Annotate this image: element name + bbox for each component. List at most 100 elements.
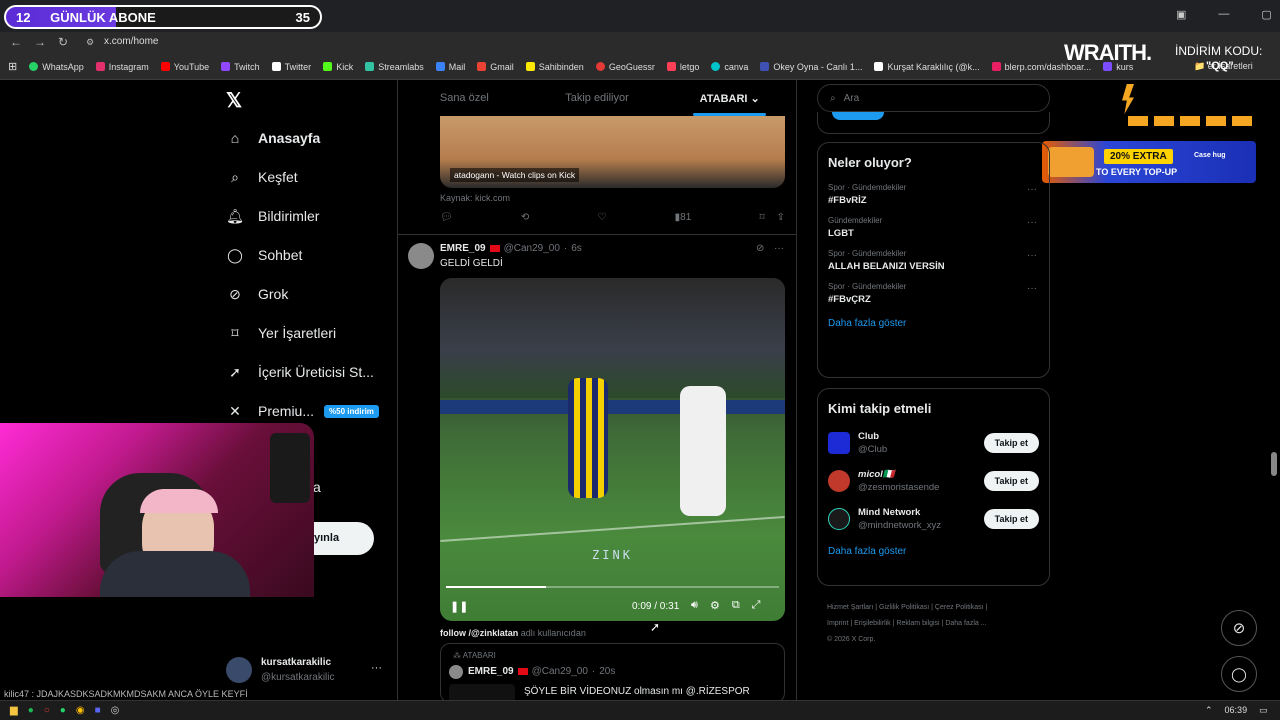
follow-button[interactable]: Takip et [983,433,1039,453]
streamer-hair [140,489,218,513]
chat-icon: ◯ [227,246,243,263]
nav-premium[interactable]: ✕ Premiu... %50 indirim [226,402,379,420]
post2-handle[interactable]: @Can29_00 [504,243,560,254]
grok-post-icon[interactable]: ⊘ [756,243,764,254]
messages-fab-icon[interactable]: ◯ [1221,656,1257,692]
settings-icon[interactable]: ⚙ [710,599,720,612]
bookmark-geoguessr[interactable]: GeoGuessr [595,62,655,72]
bookmark-mail[interactable]: Mail [435,62,465,72]
nav-explore[interactable]: ⌕ Keşfet [226,168,298,186]
nav-creator-studio[interactable]: ➚ İçerik Üreticisi St... [226,363,374,381]
follow-button[interactable]: Takip et [983,471,1039,491]
follow-suggestion[interactable]: Club @Club Takip et [818,424,1049,462]
follow-show-more[interactable]: Daha fazla göster [818,538,1049,569]
post1-watermark: atadogann - Watch clips on Kick [450,168,580,182]
volume-icon[interactable]: 🔊︎ [691,599,698,612]
bookmark-sahibinden[interactable]: Sahibinden [525,62,584,72]
file-explorer-icon[interactable]: ▆ [10,705,18,716]
promo-brand: Case hug [1194,152,1226,159]
nav-notifications[interactable]: 🔔︎ Bildirimler [226,207,319,225]
nav-more-partial[interactable]: a [313,479,321,495]
bookmark-whatsapp[interactable]: WhatsApp [29,62,84,72]
trend-more-icon[interactable]: ··· [1027,283,1037,294]
bookmark-kick[interactable]: Kick [323,62,353,72]
clock[interactable]: 06:39 [1225,705,1248,716]
extensions-icon[interactable]: ▣ [1176,8,1186,21]
discord-icon[interactable]: ■ [95,705,101,716]
trend-item[interactable]: Spor · Gündemdekiler #FBvRİZ ··· [818,178,1049,211]
share-icon[interactable]: ⇪ [777,212,785,223]
views-icon[interactable]: ▮81 [675,212,692,223]
grok-fab-icon[interactable]: ⊘ [1221,610,1257,646]
trend-more-icon[interactable]: ··· [1027,217,1037,228]
bell-icon: 🔔︎ [226,207,244,224]
post2-author[interactable]: EMRE_09 [440,243,486,254]
follow-suggestion[interactable]: Mind Network @mindnetwork_xyz Takip et [818,500,1049,538]
bookmark-streamlabs[interactable]: Streamlabs [365,62,424,72]
video-caption: ZINK [592,548,633,562]
taskbar: ▆ ● ○ ● ◉ ■ ◎ ⌃ 06:39 ▭ [0,700,1280,720]
avatar[interactable] [226,657,252,683]
minimize-button[interactable]: — [1218,8,1229,21]
pause-icon[interactable]: ❚❚ [450,600,468,613]
trend-more-icon[interactable]: ··· [1027,184,1037,195]
bookmark-letgo[interactable]: letgo [666,62,699,72]
apps-icon[interactable]: ⊞ [8,60,17,73]
trend-item[interactable]: Spor · Gündemdekiler ALLAH BELANIZI VERSİ… [818,244,1049,277]
bookmark-canva[interactable]: canva [711,62,748,72]
tab-for-you[interactable]: Sana özel [398,80,531,116]
maximize-button[interactable]: ▢ [1261,8,1271,21]
bookmark-youtube[interactable]: YouTube [160,62,209,72]
trend-item[interactable]: Spor · Gündemdekiler #FBvÇRZ ··· [818,277,1049,310]
tray-chevron-icon[interactable]: ⌃ [1205,705,1213,716]
opera-icon[interactable]: ○ [44,705,50,716]
chrome-icon[interactable]: ◉ [76,705,85,716]
forward-icon[interactable]: → [34,35,46,49]
whatsapp-icon[interactable]: ● [60,705,66,716]
spotify-icon[interactable]: ● [28,705,34,716]
url-field[interactable]: x.com/home [104,36,158,47]
tab-atabari[interactable]: ATABARI ⌄ [663,80,796,116]
bookmark-twitter[interactable]: Twitter [271,62,311,72]
back-icon[interactable]: ← [10,35,22,49]
follow-button[interactable]: Takip et [983,509,1039,529]
post1-source[interactable]: Kaynak: kick.com [440,193,510,203]
trends-show-more[interactable]: Daha fazla göster [818,310,1049,341]
post1-video[interactable]: atadogann - Watch clips on Kick [440,116,785,188]
reload-icon[interactable]: ↻ [58,35,68,49]
subscribe-button-partial[interactable] [832,112,884,120]
post2-more-icon[interactable]: ··· [774,243,784,254]
bookmark-tiktok[interactable]: Kurşat Karaklılıç (@k... [874,62,980,72]
follow-suggestion[interactable]: micol🇮🇹 @zesmoristasende Takip et [818,462,1049,500]
bookmark-twitch[interactable]: Twitch [221,62,260,72]
fullscreen-icon[interactable]: ⤢ [752,599,761,612]
quote-card[interactable]: ⁂ ATABARI EMRE_09 @Can29_00 · 20s ŞÖYLE Bİ… [440,643,785,704]
pip-icon[interactable]: ⧉ [732,599,740,612]
bookmark-instagram[interactable]: Instagram [95,62,149,72]
notification-icon[interactable]: ▭ [1259,705,1268,716]
like-icon[interactable]: ♡ [597,212,606,223]
trend-item[interactable]: Gündemdekiler LGBT ··· [818,211,1049,244]
nav-grok[interactable]: ⊘ Grok [226,285,288,303]
site-info-icon[interactable]: ⚙ [86,37,94,48]
trend-more-icon[interactable]: ··· [1027,250,1037,261]
post2-video[interactable]: ZINK ❚❚ 0:09 / 0:31 🔊︎ ⚙ ⧉ ⤢ [440,278,785,621]
video-progress-track[interactable] [446,586,779,588]
bookmark-action-icon[interactable]: ⌑ [759,212,764,223]
nav-bookmarks[interactable]: ⌑ Yer İşaretleri [226,324,336,342]
page-scrollbar[interactable] [1271,452,1277,476]
post2-time[interactable]: 6s [571,243,582,254]
x-logo-icon[interactable]: 𝕏 [226,88,242,113]
premium-badge: %50 indirim [324,404,379,418]
tab-following[interactable]: Takip ediliyor [531,80,664,116]
post2-avatar[interactable] [408,243,434,269]
profile-more-icon[interactable]: ··· [371,662,382,674]
repost-icon[interactable]: ⟲ [521,212,529,223]
bookmark-okey[interactable]: Okey Oyna - Canlı 1... [760,62,862,72]
bookmark-gmail[interactable]: Gmail [477,62,514,72]
nav-chat[interactable]: ◯ Sohbet [226,246,302,264]
reply-icon[interactable]: 💬︎ [440,212,453,223]
obs-icon[interactable]: ◎ [111,705,120,716]
nav-home[interactable]: ⌂ Anasayfa [226,129,321,147]
search-input[interactable]: ⌕ Ara [817,84,1050,112]
